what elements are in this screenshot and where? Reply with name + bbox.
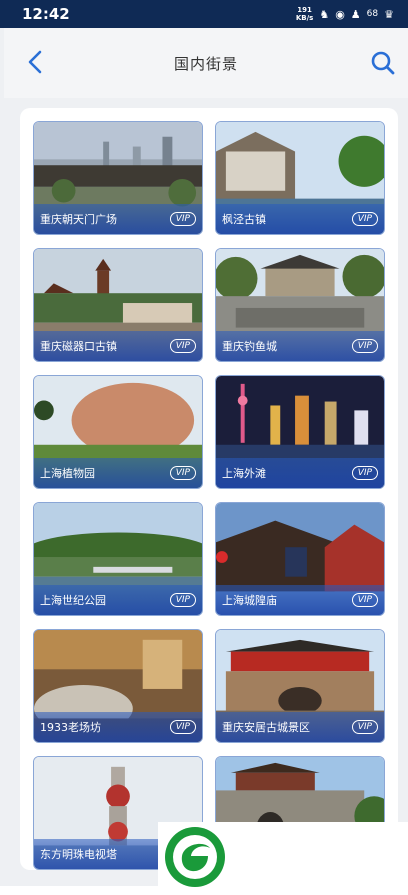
scenery-tile[interactable]: 上海外滩 VIP [215,375,385,489]
scenery-tile[interactable]: 重庆钓鱼城 VIP [215,248,385,362]
tile-name: 重庆朝天门广场 [40,213,117,226]
tile-label-bar: 重庆磁器口古镇 VIP [34,331,202,361]
scenery-grid: 重庆朝天门广场 VIP 枫泾古镇 VIP 重庆磁器口古镇 VIP 重庆钓鱼城 V… [33,121,385,870]
tile-name: 上海植物园 [40,467,95,480]
tile-name: 上海世纪公园 [40,594,106,607]
status-bar: 12:42 191 KB/s ♞ ◉ ♟ 68 ♛ [0,0,408,28]
vip-badge: VIP [169,466,196,480]
tile-label-bar: 枫泾古镇 VIP [216,204,384,234]
tile-label-bar: 上海植物园 VIP [34,458,202,488]
tile-name: 上海城隍庙 [222,594,277,607]
notification-icon: ♞ [319,7,330,21]
scenery-tile[interactable]: 1933老场坊 VIP [33,629,203,743]
vip-badge: VIP [351,212,378,226]
tile-name: 枫泾古镇 [222,213,266,226]
tile-label-bar: 重庆朝天门广场 VIP [34,204,202,234]
network-speed-value: 191 [297,6,312,14]
vip-badge: VIP [351,466,378,480]
vip-badge: VIP [351,593,378,607]
scenery-tile[interactable]: 上海植物园 VIP [33,375,203,489]
network-speed: 191 KB/s [296,6,313,22]
tile-name: 重庆磁器口古镇 [40,340,117,353]
page-header: 国内街景 [4,28,408,98]
status-time: 12:42 [22,5,70,23]
vip-badge: VIP [169,212,196,226]
signal-icon: ◉ [335,7,345,21]
vip-badge: VIP [169,593,196,607]
network-speed-unit: KB/s [295,14,314,22]
scenery-tile[interactable]: 枫泾古镇 VIP [215,121,385,235]
scenery-tile[interactable]: 上海世纪公园 VIP [33,502,203,616]
tile-name: 重庆安居古城景区 [222,721,310,734]
tile-name: 东方明珠电视塔 [40,848,117,861]
page-title: 国内街景 [173,54,238,73]
watermark-logo-area [158,822,408,895]
vip-badge: VIP [169,720,196,734]
tile-label-bar: 上海城隍庙 VIP [216,585,384,615]
system-nav-bar [0,886,158,895]
tile-label-bar: 1933老场坊 VIP [34,712,202,742]
scenery-tile[interactable]: 重庆磁器口古镇 VIP [33,248,203,362]
app-notification-icon: ♟ [350,7,361,21]
tile-name: 上海外滩 [222,467,266,480]
tile-label-bar: 重庆安居古城景区 VIP [216,712,384,742]
status-indicators: 191 KB/s ♞ ◉ ♟ 68 ♛ [296,6,394,22]
tile-name: 1933老场坊 [40,721,101,734]
green-logo-icon [165,827,225,887]
tile-label-bar: 上海外滩 VIP [216,458,384,488]
battery-level: 68 [366,9,379,19]
scenery-card-panel: 重庆朝天门广场 VIP 枫泾古镇 VIP 重庆磁器口古镇 VIP 重庆钓鱼城 V… [20,108,398,870]
vip-badge: VIP [351,720,378,734]
search-icon[interactable] [370,50,396,76]
tile-label-bar: 重庆钓鱼城 VIP [216,331,384,361]
crown-icon: ♛ [384,7,394,21]
tile-name: 重庆钓鱼城 [222,340,277,353]
vip-badge: VIP [351,339,378,353]
scenery-tile[interactable]: 重庆安居古城景区 VIP [215,629,385,743]
tile-label-bar: 上海世纪公园 VIP [34,585,202,615]
vip-badge: VIP [169,339,196,353]
scenery-tile[interactable]: 重庆朝天门广场 VIP [33,121,203,235]
scenery-tile[interactable]: 上海城隍庙 VIP [215,502,385,616]
chevron-left-icon[interactable] [22,48,50,76]
